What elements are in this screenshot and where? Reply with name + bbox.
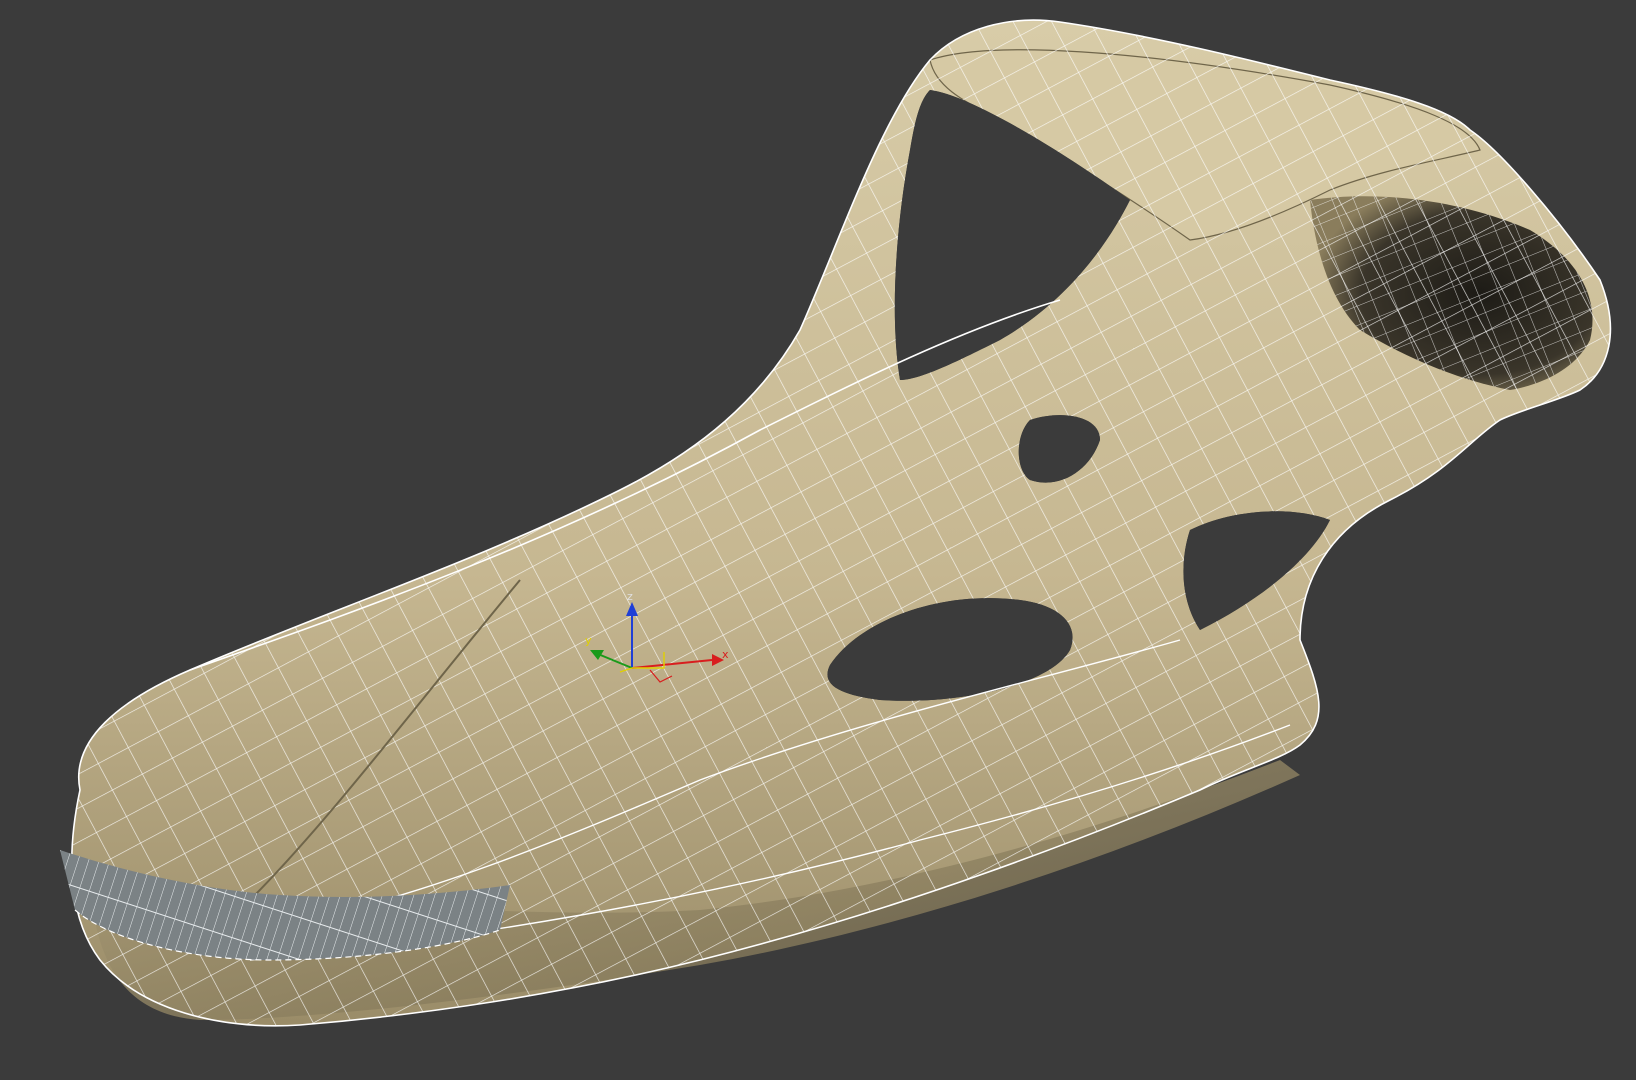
gizmo-x-label: x	[722, 648, 729, 661]
gizmo-z-label: z	[627, 590, 633, 603]
viewport-canvas[interactable]: x z y	[0, 0, 1636, 1080]
3d-viewport[interactable]: x z y	[0, 0, 1636, 1080]
gizmo-y-label: y	[585, 634, 592, 647]
